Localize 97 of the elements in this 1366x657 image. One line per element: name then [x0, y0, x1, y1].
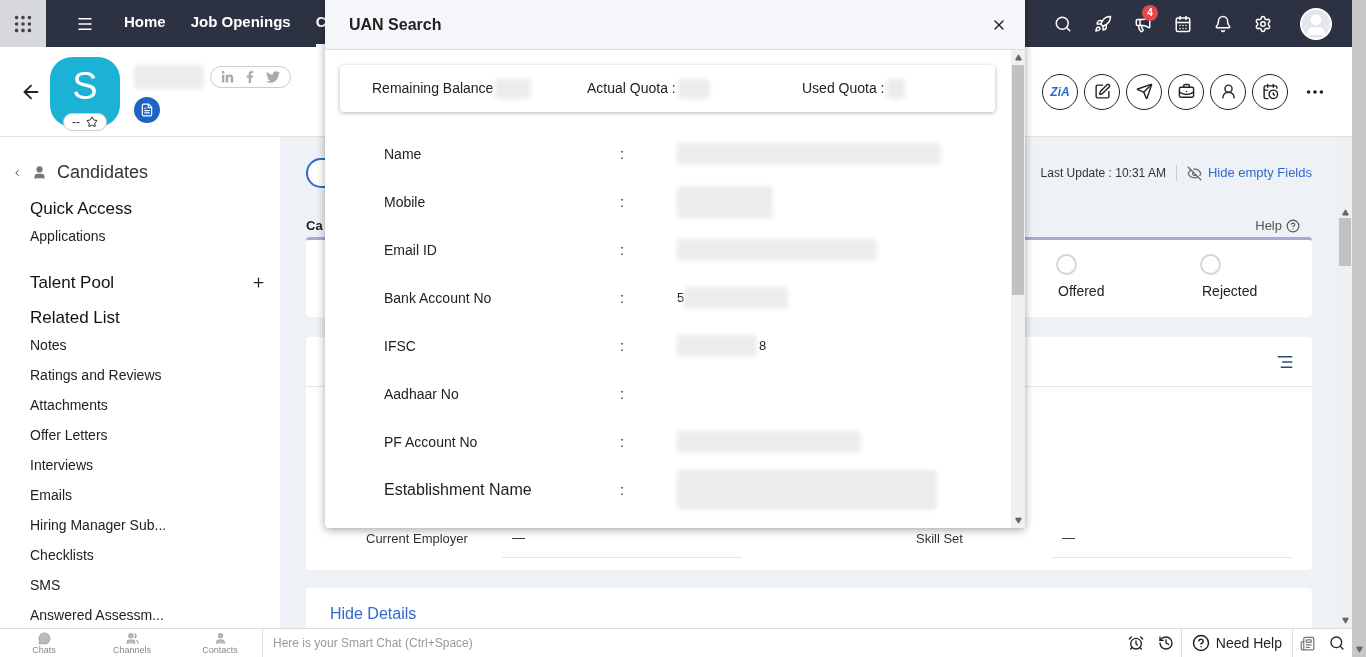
sidebar-item[interactable]: Emails: [30, 480, 266, 511]
sidebar-item[interactable]: Applications: [30, 221, 266, 252]
sidebar-item[interactable]: Checklists: [30, 540, 266, 571]
help-link[interactable]: Help: [1255, 216, 1300, 236]
field-value: 5: [677, 289, 685, 308]
field-colon: :: [620, 240, 625, 260]
notification-badge: 4: [1142, 4, 1158, 21]
sidebar-item[interactable]: Ratings and Reviews: [30, 360, 266, 391]
sidebar-item[interactable]: Offer Letters: [30, 420, 266, 451]
help-icon: [1191, 634, 1210, 652]
field-colon: :: [620, 480, 625, 500]
pen-icon: [1093, 83, 1111, 100]
field-label: Skill Set: [916, 530, 964, 548]
history-icon[interactable]: [1157, 635, 1174, 651]
content-scrollbar[interactable]: [1338, 137, 1352, 628]
hide-details-link[interactable]: Hide Details: [330, 605, 417, 622]
sidebar-item[interactable]: SMS: [30, 570, 266, 601]
field-colon: :: [620, 384, 625, 404]
person-icon: [1219, 83, 1237, 100]
field-colon: :: [620, 336, 625, 356]
person-icon: [32, 165, 47, 180]
status-step[interactable]: Offered: [1058, 254, 1152, 317]
star-icon[interactable]: [86, 115, 98, 128]
section-title: Talent Pool: [30, 271, 115, 294]
module-title: Candidates: [57, 161, 149, 184]
alarm-icon[interactable]: [1127, 635, 1144, 651]
window-scrollbar[interactable]: [1352, 0, 1366, 657]
dialog-scroll-up-icon[interactable]: [1014, 54, 1022, 61]
user-avatar[interactable]: [1300, 7, 1332, 40]
window-scroll-down-icon[interactable]: [1355, 646, 1363, 653]
tab-label: Channels: [113, 644, 151, 655]
dialog-scroll-down-icon[interactable]: [1014, 517, 1022, 524]
tab-icon: [213, 631, 227, 645]
scroll-up-icon[interactable]: [1341, 209, 1349, 216]
search-icon[interactable]: [1054, 14, 1072, 33]
section-title: Related List: [30, 307, 120, 329]
scroll-thumb[interactable]: [1339, 218, 1351, 266]
search-icon[interactable]: [1329, 635, 1345, 651]
document-icon: [140, 103, 154, 117]
resume-button[interactable]: [134, 97, 160, 123]
bottom-tab[interactable]: Contacts: [176, 631, 264, 655]
bell-icon[interactable]: [1214, 14, 1232, 33]
field-colon: :: [620, 432, 625, 452]
rocket-icon[interactable]: [1094, 14, 1112, 33]
tab-icon: [125, 631, 139, 645]
calendar-clock-icon: [1261, 83, 1279, 100]
field-label: Current Employer: [366, 530, 469, 548]
quota-label: Remaining Balance: [372, 79, 494, 98]
last-update: Last Update : 10:31 AM: [1040, 165, 1166, 182]
tab-label: Contacts: [202, 644, 238, 655]
add-icon[interactable]: [251, 274, 266, 290]
status-step[interactable]: Rejected: [1202, 254, 1296, 317]
field-label: Name: [384, 144, 423, 164]
sidebar-item[interactable]: Hiring Manager Sub...: [30, 510, 266, 541]
field-label: Establishment Name: [384, 480, 533, 500]
paper-plane-icon: [1135, 83, 1153, 100]
sidebar-item[interactable]: Answered Assessm...: [30, 600, 266, 631]
field-colon: :: [620, 288, 625, 308]
dialog-scrollbar[interactable]: [1011, 50, 1025, 528]
bottom-tab[interactable]: Chats: [0, 631, 88, 655]
tab-label: Chats: [32, 644, 56, 655]
rating-text: --: [72, 113, 80, 131]
avatar-letter: S: [72, 66, 98, 105]
field-label: Aadhaar No: [384, 384, 460, 404]
field-colon: :: [620, 192, 625, 212]
quota-label: Used Quota :: [802, 79, 885, 98]
bottom-tab[interactable]: Channels: [88, 631, 176, 655]
nav-tab[interactable]: Job Openings: [190, 0, 291, 47]
quota-label: Actual Quota :: [587, 79, 676, 98]
sidebar-item[interactable]: Interviews: [30, 450, 266, 481]
field-label: IFSC: [384, 336, 417, 356]
rating-pill[interactable]: --: [63, 112, 107, 131]
app-grid-button[interactable]: [0, 0, 46, 47]
scroll-down-icon[interactable]: [1341, 617, 1349, 624]
settings-icon[interactable]: [1254, 14, 1272, 33]
calendar-icon[interactable]: [1174, 14, 1192, 33]
field-value: —: [1052, 519, 1292, 558]
section-label: Ca: [306, 217, 323, 236]
field-label: Email ID: [384, 240, 438, 260]
briefcase-icon: [1177, 83, 1195, 100]
sidebar-item[interactable]: Notes: [30, 330, 266, 361]
field-label: PF Account No: [384, 432, 479, 452]
need-help-button[interactable]: Need Help: [1180, 629, 1293, 657]
dialog-title: UAN Search: [349, 14, 442, 35]
news-icon[interactable]: [1300, 635, 1315, 651]
section-title: Quick Access: [30, 198, 133, 220]
help-icon: [1286, 219, 1300, 233]
hide-empty-fields-link[interactable]: Hide empty Fields: [1186, 163, 1312, 183]
field-colon: :: [620, 144, 625, 164]
sidebar-item[interactable]: Attachments: [30, 390, 266, 421]
tab-icon: [37, 631, 51, 645]
field-value: 8: [759, 337, 767, 356]
field-label: Bank Account No: [384, 288, 493, 308]
field-label: Mobile: [384, 192, 427, 212]
eye-off-icon: [1186, 165, 1202, 181]
scroll-thumb[interactable]: [1012, 65, 1024, 295]
nav-tab[interactable]: Home: [124, 0, 166, 47]
